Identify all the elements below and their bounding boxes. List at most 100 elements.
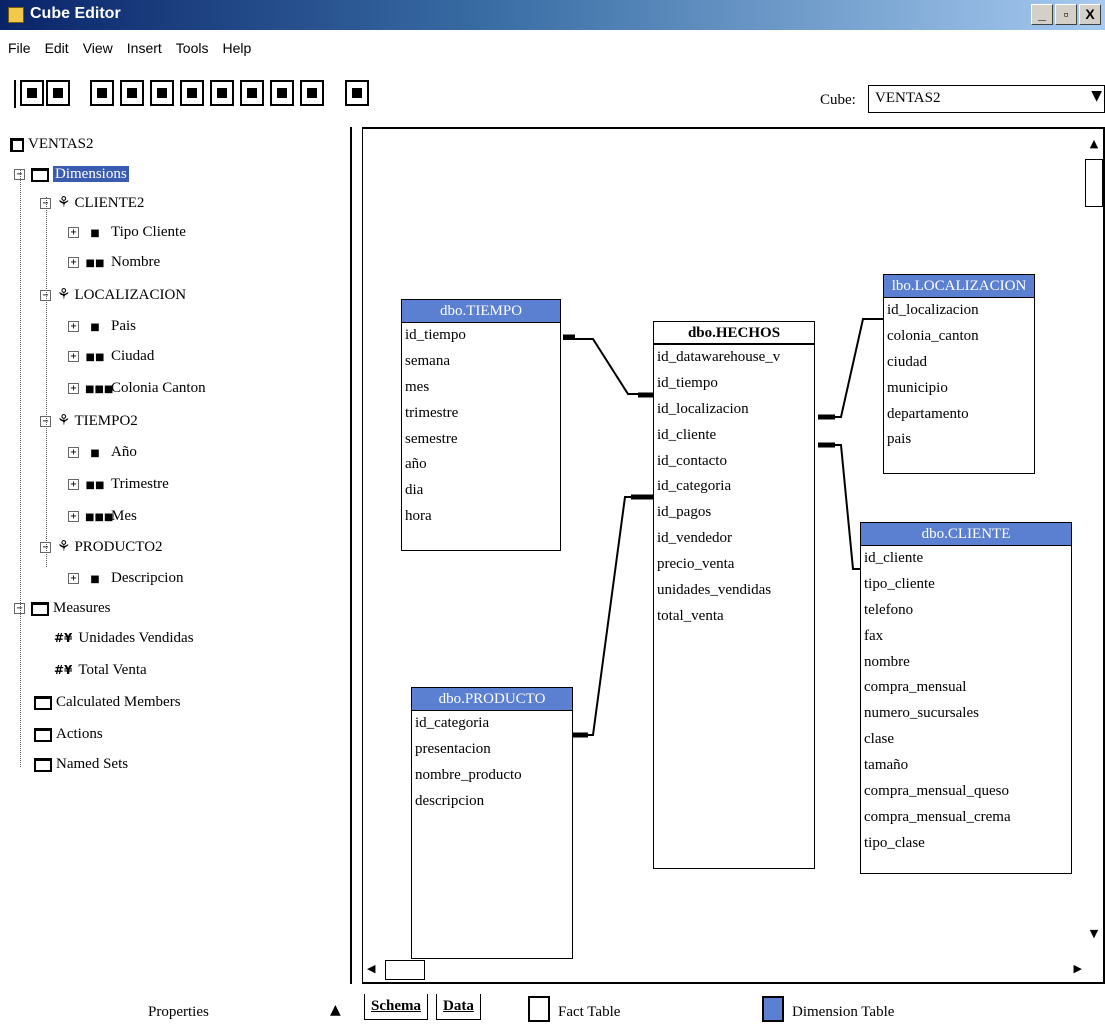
collapse-icon[interactable]: − [40, 416, 51, 428]
tree-level[interactable]: + ■■ Nombre [68, 251, 160, 273]
design-storage-button[interactable] [345, 80, 369, 106]
table-field[interactable]: numero_sucursales [861, 701, 1071, 727]
tree-actions[interactable]: Actions [34, 723, 103, 745]
tab-schema[interactable]: Schema [364, 994, 428, 1020]
table-field[interactable]: fax [861, 624, 1071, 650]
table-cliente[interactable]: dbo.CLIENTE id_cliente tipo_cliente telefo… [860, 522, 1072, 874]
tree-dimension-producto2[interactable]: − ⚘ PRODUCTO2 [40, 535, 163, 557]
restore-button[interactable]: ▫ [1055, 4, 1077, 25]
table-field[interactable]: unidades_vendidas [654, 578, 814, 604]
tree-calculated-members[interactable]: Calculated Members [34, 691, 181, 713]
tree-level[interactable]: + ■■ Ciudad [68, 345, 154, 367]
insert-level-button[interactable] [150, 80, 174, 106]
collapse-icon[interactable]: − [40, 290, 51, 302]
tree-dimension-tiempo2[interactable]: − ⚘ TIEMPO2 [40, 409, 138, 431]
expand-icon[interactable]: + [68, 479, 79, 491]
validate-button[interactable] [300, 80, 324, 106]
collapse-icon[interactable]: − [40, 198, 51, 210]
tree-level[interactable]: + ■■ Trimestre [68, 473, 169, 495]
table-field[interactable]: colonia_canton [884, 324, 1034, 350]
process-cube-button[interactable] [270, 80, 294, 106]
table-field[interactable]: nombre [861, 650, 1071, 676]
table-field[interactable]: id_tiempo [654, 371, 814, 397]
table-field[interactable]: id_cliente [861, 546, 1071, 572]
save-button[interactable] [46, 80, 70, 106]
tree-named-sets[interactable]: Named Sets [34, 753, 128, 775]
collapse-icon[interactable]: − [14, 169, 25, 181]
menu-file[interactable]: File [8, 40, 31, 56]
expand-icon[interactable]: + [68, 447, 79, 459]
table-tiempo[interactable]: dbo.TIEMPO id_tiempo semana mes trimestre se… [401, 299, 561, 551]
vertical-scrollbar[interactable]: ▲ ▼ [1085, 137, 1103, 967]
table-localizacion[interactable]: lbo.LOCALIZACION id_localizacion colonia_… [883, 274, 1035, 474]
table-field[interactable]: descripcion [412, 789, 572, 815]
table-field[interactable]: id_pagos [654, 500, 814, 526]
table-field[interactable]: id_datawarehouse_v [654, 345, 814, 371]
tree-level[interactable]: + ■■■Mes [68, 505, 137, 527]
minimize-button[interactable]: _ [1031, 4, 1053, 25]
menu-help[interactable]: Help [222, 40, 251, 56]
table-field[interactable]: departamento [884, 402, 1034, 428]
cube-select[interactable]: VENTAS2 ▼ [868, 85, 1105, 113]
table-field[interactable]: compra_mensual_crema [861, 805, 1071, 831]
table-field[interactable]: id_vendedor [654, 526, 814, 552]
close-button[interactable]: X [1079, 4, 1101, 25]
schema-canvas[interactable]: dbo.TIEMPO id_tiempo semana mes trimestre se… [362, 127, 1105, 984]
table-field[interactable]: id_categoria [654, 474, 814, 500]
insert-measure-button[interactable] [210, 80, 234, 106]
scroll-down-icon[interactable]: ▼ [1085, 927, 1103, 940]
tree-dimensions[interactable]: − Dimensions [14, 163, 129, 185]
table-field[interactable]: id_localizacion [884, 298, 1034, 324]
expand-icon[interactable]: + [68, 573, 79, 585]
tree-root[interactable]: VENTAS2 [10, 133, 93, 155]
chevron-down-icon[interactable]: ▼ [1091, 88, 1102, 104]
tree-measure[interactable]: #¥ Unidades Vendidas [54, 627, 194, 649]
table-field[interactable]: clase [861, 727, 1071, 753]
tree-dimension-localizacion[interactable]: − ⚘ LOCALIZACION [40, 283, 186, 305]
table-field[interactable]: ciudad [884, 350, 1034, 376]
tab-data[interactable]: Data [436, 994, 481, 1020]
expand-icon[interactable]: + [68, 321, 79, 333]
table-field[interactable]: hora [402, 504, 560, 530]
scroll-right-icon[interactable]: ▶ [1074, 962, 1082, 975]
expand-icon[interactable]: + [68, 257, 79, 269]
expand-icon[interactable]: + [68, 383, 79, 395]
table-field[interactable]: trimestre [402, 401, 560, 427]
table-field[interactable]: tipo_clase [861, 831, 1071, 857]
table-field[interactable]: semana [402, 349, 560, 375]
tree-level[interactable]: + ■ Año [68, 441, 137, 463]
scroll-thumb[interactable] [1085, 159, 1103, 207]
expand-icon[interactable]: + [68, 351, 79, 363]
table-field[interactable]: id_contacto [654, 449, 814, 475]
chevron-up-icon[interactable]: ▲ [330, 1002, 341, 1018]
table-hechos[interactable]: dbo.HECHOS id_datawarehouse_v id_tiempo id… [653, 321, 815, 869]
table-field[interactable]: dia [402, 478, 560, 504]
menu-insert[interactable]: Insert [127, 40, 162, 56]
table-field[interactable]: id_localizacion [654, 397, 814, 423]
tree-level[interactable]: + ■■■Colonia Canton [68, 377, 206, 399]
menu-tools[interactable]: Tools [176, 40, 209, 56]
table-field[interactable]: telefono [861, 598, 1071, 624]
table-field[interactable]: mes [402, 375, 560, 401]
collapse-icon[interactable]: − [40, 542, 51, 554]
scroll-thumb[interactable] [385, 960, 425, 980]
table-field[interactable]: precio_venta [654, 552, 814, 578]
tree-measures[interactable]: − Measures [14, 597, 110, 619]
table-field[interactable]: año [402, 452, 560, 478]
menu-view[interactable]: View [83, 40, 113, 56]
tree-level[interactable]: + ■ Tipo Cliente [68, 221, 186, 243]
expand-icon[interactable]: + [68, 511, 79, 523]
table-field[interactable]: compra_mensual_queso [861, 779, 1071, 805]
tree-level[interactable]: + ■ Descripcion [68, 567, 183, 589]
table-field[interactable]: pais [884, 427, 1034, 453]
insert-dimension-button[interactable] [120, 80, 144, 106]
table-field[interactable]: compra_mensual [861, 675, 1071, 701]
expand-icon[interactable]: + [68, 227, 79, 239]
new-cube-button[interactable] [20, 80, 44, 106]
horizontal-scrollbar[interactable]: ◀ ▶ [367, 960, 1102, 980]
table-field[interactable]: id_categoria [412, 711, 572, 737]
tree-level[interactable]: + ■ Pais [68, 315, 136, 337]
menu-edit[interactable]: Edit [45, 40, 69, 56]
collapse-icon[interactable]: − [14, 603, 25, 615]
tree-dimension-cliente2[interactable]: − ⚘ CLIENTE2 [40, 191, 144, 213]
